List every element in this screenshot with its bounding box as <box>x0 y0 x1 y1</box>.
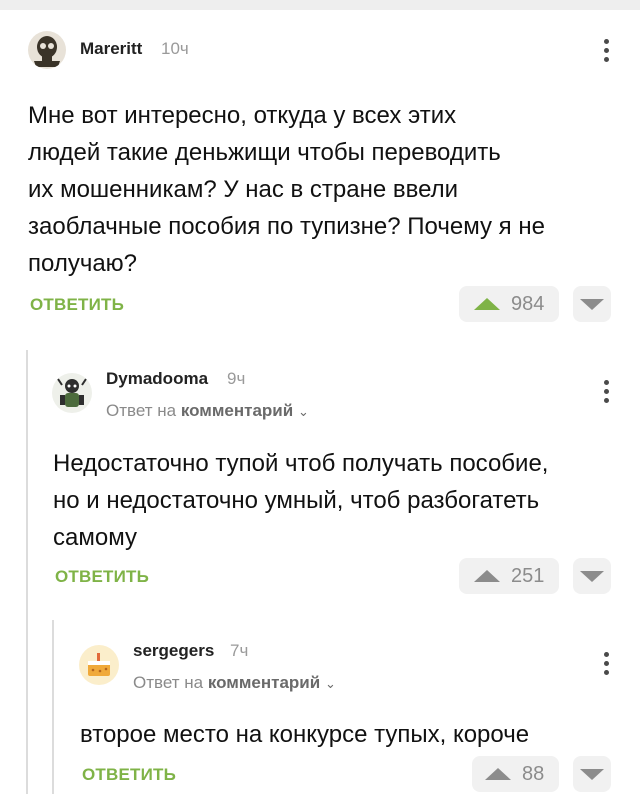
chevron-down-icon: ⌄ <box>297 404 309 419</box>
comment-text: второе место на конкурсе тупых, короче <box>80 716 625 753</box>
more-options-icon[interactable] <box>596 649 616 679</box>
comment-text-line: но и недостаточно умный, чтоб разбогатет… <box>53 487 540 514</box>
upvote-arrow-icon <box>474 298 500 310</box>
cake-avatar-icon[interactable] <box>79 645 119 685</box>
comment-text-line: заоблачные пособия по тупизне? Почему я … <box>28 213 545 240</box>
comment-author[interactable]: Dymadooma <box>106 369 208 389</box>
upvote-button[interactable]: 88 <box>472 756 559 792</box>
downvote-button[interactable] <box>573 558 611 594</box>
comment-author[interactable]: sergegers <box>133 641 214 661</box>
thread-line <box>52 620 54 794</box>
comment-time: 9ч <box>227 369 246 388</box>
downvote-arrow-icon <box>580 769 604 780</box>
comment-text: Недостаточно тупой чтоб получать пособие… <box>53 445 623 556</box>
more-options-icon[interactable] <box>596 377 616 407</box>
upvote-button[interactable]: 984 <box>459 286 559 322</box>
upvote-arrow-icon <box>485 768 511 780</box>
reply-to-link[interactable]: Ответ на комментарий ⌄ <box>106 401 309 421</box>
reply-to-target: комментарий <box>180 401 294 420</box>
upvote-arrow-icon <box>474 570 500 582</box>
reply-to-link[interactable]: Ответ на комментарий ⌄ <box>133 673 336 693</box>
vote-count: 984 <box>511 293 545 315</box>
comment-text-line: самому <box>53 524 137 551</box>
comment-text-line: получаю? <box>28 250 138 277</box>
reply-button[interactable]: ОТВЕТИТЬ <box>30 295 124 315</box>
vote-count: 88 <box>522 763 545 785</box>
downvote-button[interactable] <box>573 286 611 322</box>
skull-avatar-icon[interactable] <box>28 31 66 69</box>
more-options-icon[interactable] <box>596 36 616 66</box>
reply-to-prefix: Ответ на <box>106 401 177 420</box>
reply-to-prefix: Ответ на <box>133 673 204 692</box>
top-divider <box>0 0 640 10</box>
comment-text-line: второе место на конкурсе тупых, короче <box>80 721 530 748</box>
reply-button[interactable]: ОТВЕТИТЬ <box>55 567 149 587</box>
downvote-arrow-icon <box>580 571 604 582</box>
comment-author[interactable]: Mareritt <box>80 39 142 59</box>
comment-text-line: Недостаточно тупой чтоб получать пособие… <box>53 450 549 477</box>
downvote-button[interactable] <box>573 756 611 792</box>
chevron-down-icon: ⌄ <box>324 676 336 691</box>
comment-time: 7ч <box>230 641 249 660</box>
downvote-arrow-icon <box>580 299 604 310</box>
vote-count: 251 <box>511 565 545 587</box>
upvote-button[interactable]: 251 <box>459 558 559 594</box>
comment-text: Мне вот интересно, откуда у всех этих лю… <box>28 97 618 282</box>
thread-line <box>26 350 28 794</box>
reply-button[interactable]: ОТВЕТИТЬ <box>82 765 176 785</box>
comment-time: 10ч <box>161 39 189 58</box>
character-avatar-icon[interactable] <box>52 373 92 413</box>
comment-text-line: Мне вот интересно, откуда у всех этих <box>28 102 457 129</box>
comment-text-line: людей такие деньжищи чтобы переводить <box>28 139 501 166</box>
reply-to-target: комментарий <box>207 673 321 692</box>
comment-text-line: их мошенникам? У нас в стране ввели <box>28 176 459 203</box>
